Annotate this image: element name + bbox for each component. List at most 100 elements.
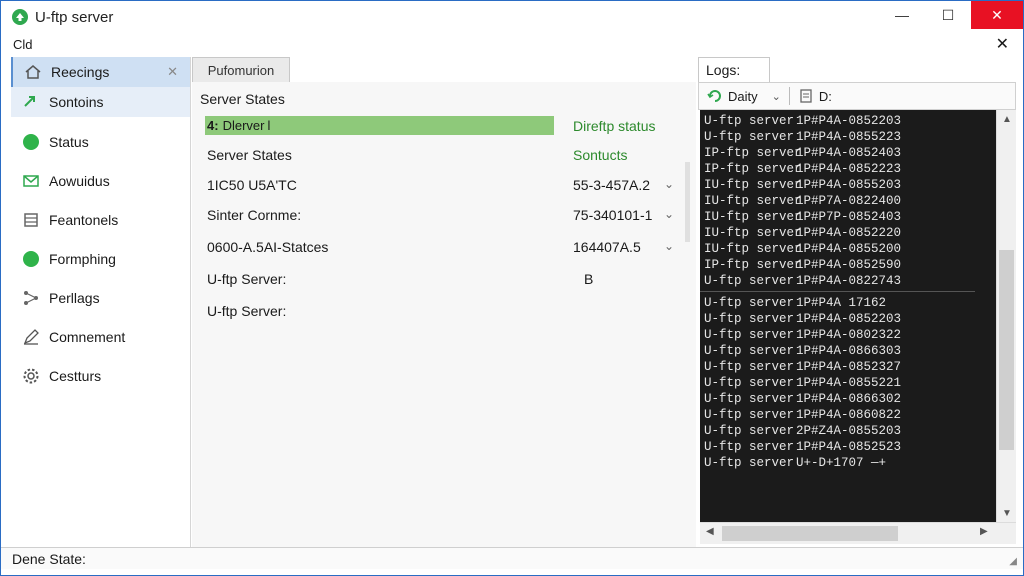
row-label: Dlerver: [222, 118, 265, 133]
logs-horizontal-scrollbar[interactable]: ◀ ▶: [700, 522, 1016, 544]
document-icon: [800, 89, 812, 103]
sidebar-item-status[interactable]: Status: [11, 127, 190, 157]
center-scrollbar[interactable]: [685, 162, 690, 242]
chevron-down-icon[interactable]: ⌄: [664, 177, 674, 191]
minimize-button[interactable]: —: [879, 1, 925, 29]
chevron-down-icon: ⌄: [771, 90, 781, 103]
column-selector[interactable]: D:: [798, 88, 832, 104]
log-source: IU-ftp server: [704, 242, 802, 256]
sidebar-item-comnement[interactable]: Comnement: [11, 322, 190, 352]
log-source: IU-ftp server: [704, 178, 802, 192]
log-line: U-ftp server 1P#P4A-0802322: [700, 327, 996, 343]
log-line: IU-ftp server 1P#P4A-0855200: [700, 241, 996, 257]
logs-vertical-scrollbar[interactable]: ▲ ▼: [996, 110, 1016, 522]
refresh-icon: [707, 90, 721, 102]
log-divider: [700, 291, 975, 292]
log-line: U-ftp server 1P#P4A-0866303: [700, 343, 996, 359]
sidebar-item-label: Feantonels: [49, 212, 119, 228]
sidebar-item-sontoins[interactable]: Sontoins: [11, 87, 190, 117]
log-source: U-ftp server: [704, 344, 795, 358]
sidebar-item-reecings[interactable]: Reecings ✕: [11, 57, 190, 87]
log-line: U-ftp server U+-D+1707 —+: [700, 455, 996, 471]
scroll-right-icon[interactable]: ▶: [980, 526, 988, 537]
sidebar-item-label: Comnement: [49, 329, 126, 345]
close-button[interactable]: ✕: [971, 1, 1023, 29]
log-timestamp: 1P#P4A-0852590: [796, 258, 902, 272]
log-timestamp: U+-D+1707 —+: [796, 456, 887, 470]
log-source: U-ftp server: [704, 392, 795, 406]
maximize-button[interactable]: ☐: [925, 1, 971, 29]
log-source: U-ftp server: [704, 312, 795, 326]
sidebar-item-label: Reecings: [51, 64, 110, 80]
chevron-down-icon[interactable]: ⌄: [664, 239, 674, 253]
sidebar-close-icon[interactable]: ✕: [167, 64, 178, 80]
app-window: U-ftp server — ☐ ✕ Cld ✕ Reecings ✕ Sont…: [0, 0, 1024, 576]
log-timestamp: 1P#P4A-0802322: [796, 328, 902, 342]
row-label: 1IC50 U5A'TC: [207, 177, 297, 193]
log-source: U-ftp server: [704, 130, 795, 144]
sidebar-item-perllags[interactable]: Perllags: [11, 283, 190, 313]
row-label: U-ftp Server:: [207, 303, 287, 319]
sidebar-item-feantonels[interactable]: Feantonels: [11, 205, 190, 235]
log-line: U-ftp server 1P#P4A-0852203: [700, 113, 996, 129]
envelope-icon: [21, 171, 41, 191]
log-timestamp: 2P#Z4A-0855203: [796, 424, 902, 438]
menu-close-icon[interactable]: ✕: [996, 34, 1009, 54]
log-timestamp: 1P#P4A-0852403: [796, 146, 902, 160]
sidebar-item-label: Aowuidus: [49, 173, 110, 189]
log-source: IU-ftp server: [704, 210, 802, 224]
menu-bar: Cld ✕: [1, 33, 1023, 55]
status-text: Dene State:: [12, 550, 86, 567]
tab-pufomurion[interactable]: Pufomurion: [192, 57, 290, 82]
row-mark: 4:: [207, 118, 219, 133]
log-source: IP-ftp server: [704, 146, 802, 160]
scroll-up-icon[interactable]: ▲: [1002, 114, 1012, 125]
log-timestamp: 1P#P4A-0852220: [796, 226, 902, 240]
window-title: U-ftp server: [35, 8, 114, 26]
row-value: Sontucts: [573, 147, 628, 163]
log-source: U-ftp server: [704, 424, 795, 438]
green-dot-icon: [21, 249, 41, 269]
status-bar: Dene State: ◢: [1, 547, 1023, 569]
log-timestamp: 1P#P4A-0855223: [796, 130, 902, 144]
selected-server-row[interactable]: 4: Dlerver l: [205, 116, 554, 135]
sidebar-item-formphing[interactable]: Formphing: [11, 244, 190, 274]
panel-icon: [21, 210, 41, 230]
log-source: U-ftp server: [704, 360, 795, 374]
log-source: IP-ftp server: [704, 162, 802, 176]
log-timestamp: 1P#P4A 17162: [796, 296, 887, 310]
log-source: U-ftp server: [704, 296, 795, 310]
log-line: IU-ftp server 1P#P4A-0852220: [700, 225, 996, 241]
filter-dropdown[interactable]: Daity ⌄: [707, 88, 781, 104]
chevron-down-icon[interactable]: ⌄: [664, 207, 674, 221]
resize-grip-icon[interactable]: ◢: [1009, 556, 1017, 567]
sidebar-item-label: Sontoins: [49, 94, 104, 110]
sidebar-item-aowuidus[interactable]: Aowuidus: [11, 166, 190, 196]
status-value: Direftp status: [573, 118, 656, 134]
log-line: U-ftp server 1P#P4A-0852523: [700, 439, 996, 455]
row-label: 0600-A.5AI-Statces: [207, 239, 329, 255]
log-line: IU-ftp server 1P#P7P-0852403: [700, 209, 996, 225]
log-timestamp: 1P#P4A-0852223: [796, 162, 902, 176]
tab-logs[interactable]: Logs:: [698, 57, 770, 82]
log-timestamp: 1P#P4A-0855203: [796, 178, 902, 192]
scroll-thumb[interactable]: [999, 250, 1014, 450]
row-label: Sinter Cornme:: [207, 207, 302, 223]
log-line: U-ftp server 1P#P4A-0860822: [700, 407, 996, 423]
menu-item-cld[interactable]: Cld: [13, 37, 33, 52]
log-line: IP-ftp server 1P#P4A-0852223: [700, 161, 996, 177]
scroll-down-icon[interactable]: ▼: [1002, 508, 1012, 519]
log-timestamp: 1P#P7A-0822400: [796, 194, 902, 208]
network-icon: [21, 288, 41, 308]
scroll-thumb[interactable]: [722, 526, 898, 541]
sidebar-item-cestturs[interactable]: Cestturs: [11, 361, 190, 391]
log-timestamp: 1P#P4A-0852203: [796, 114, 902, 128]
toolbar-separator: [788, 87, 790, 105]
row-value: 75-340101-1: [573, 207, 653, 223]
scroll-left-icon[interactable]: ◀: [706, 526, 714, 537]
log-line: IU-ftp server 1P#P4A-0855203: [700, 177, 996, 193]
log-output[interactable]: U-ftp server 1P#P4A-0852203 U-ftp server 1P…: [700, 110, 996, 522]
title-bar: U-ftp server — ☐ ✕: [1, 1, 1023, 33]
log-line: U-ftp server 1P#P4A-0822743: [700, 273, 996, 289]
row-value: 164407A.5: [573, 239, 641, 255]
